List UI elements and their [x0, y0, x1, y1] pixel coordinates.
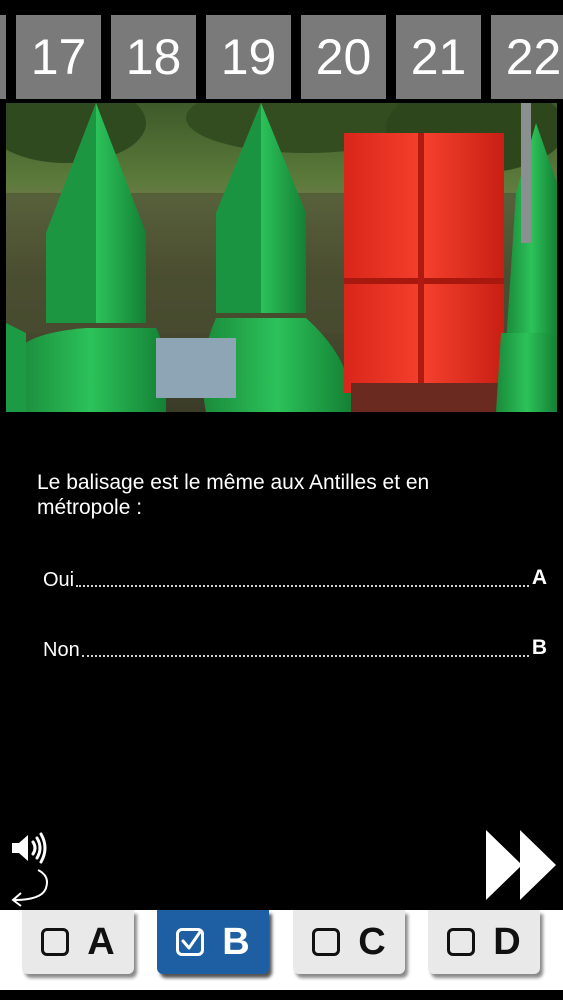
- question-text: Le balisage est le même aux Antilles et …: [37, 471, 430, 519]
- dotted-leader: [76, 584, 529, 587]
- answer-letter: B: [531, 636, 547, 659]
- answer-option-a[interactable]: Oui A: [43, 566, 547, 592]
- checkbox-icon: [447, 928, 476, 956]
- speaker-icon[interactable]: [10, 832, 48, 864]
- answer-option-b[interactable]: Non B: [43, 636, 547, 662]
- answer-button-letter: C: [358, 920, 386, 963]
- question-tab[interactable]: 20: [301, 15, 386, 99]
- question-tab[interactable]: 18: [111, 15, 196, 99]
- dotted-leader: [81, 654, 529, 657]
- checkbox-icon: [312, 928, 341, 956]
- answer-text: Non: [43, 639, 80, 661]
- answer-button-bar: A B C D: [0, 910, 563, 990]
- question-tab[interactable]: 17: [16, 15, 101, 99]
- answer-button-letter: D: [493, 920, 521, 963]
- answer-button-d[interactable]: D: [428, 910, 540, 974]
- question-number-strip: 17 18 19 20 21 22: [0, 0, 563, 103]
- back-arrow-icon[interactable]: [8, 868, 52, 908]
- answer-button-a[interactable]: A: [22, 910, 134, 974]
- question-tab-previous[interactable]: [0, 15, 6, 99]
- question-tab[interactable]: 19: [206, 15, 291, 99]
- question-tab[interactable]: 22: [491, 15, 563, 99]
- answer-button-b[interactable]: B: [157, 910, 269, 974]
- answer-button-letter: B: [222, 920, 250, 963]
- question-tab[interactable]: 21: [396, 15, 481, 99]
- answer-text: Oui: [43, 569, 75, 591]
- bottom-edge: [0, 990, 563, 1000]
- checkbox-checked-icon: [176, 928, 205, 956]
- fast-forward-icon[interactable]: [484, 828, 558, 902]
- answer-button-c[interactable]: C: [293, 910, 405, 974]
- checkbox-icon: [41, 928, 70, 956]
- question-photo: [6, 103, 557, 412]
- answer-letter: A: [531, 566, 547, 589]
- answer-button-letter: A: [87, 920, 115, 963]
